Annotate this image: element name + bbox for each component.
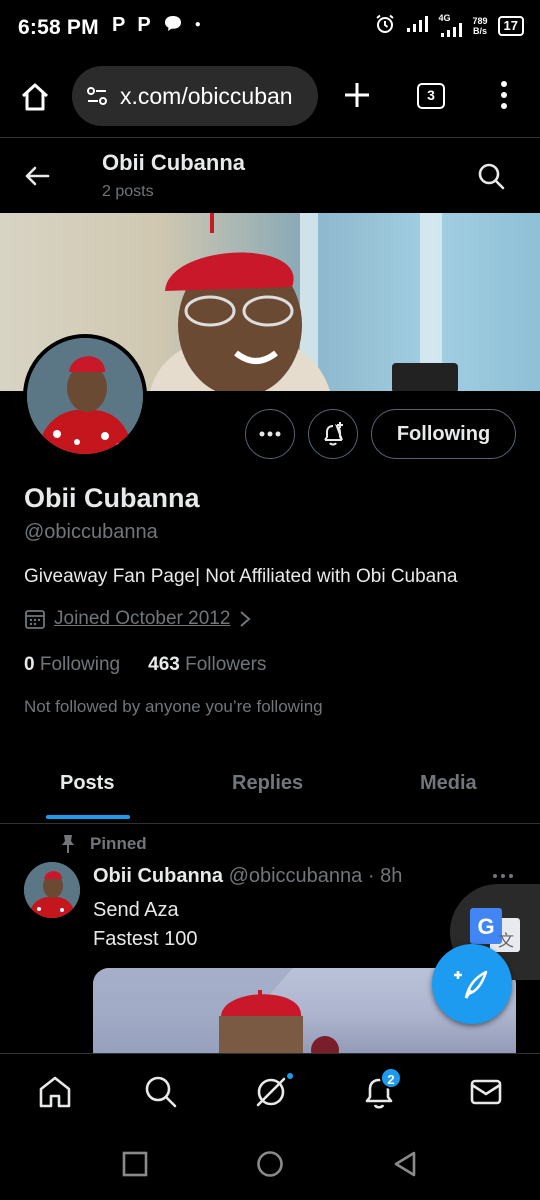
address-bar[interactable]: x.com/obiccuban [72,66,318,126]
profile-header-bar: Obii Cubanna 2 posts [0,139,540,213]
joined-text: Joined October 2012 [54,608,231,629]
more-options-button[interactable] [245,409,295,459]
tweet-text-line: Send Aza [93,899,179,921]
pinned-text: Pinned [90,834,147,853]
new-tab-icon[interactable] [340,78,374,112]
chat-bubble-icon [163,14,183,40]
header-name: Obii Cubanna [102,150,245,175]
profile-handle: @obiccubanna [24,521,158,543]
url-text: x.com/obiccuban [120,82,293,109]
tweet-avatar[interactable] [24,862,80,918]
messages-icon[interactable] [467,1073,505,1111]
system-home-icon[interactable] [255,1149,285,1179]
status-app-icons: P P ● [112,14,201,40]
pin-icon [62,835,74,853]
pinned-label: Pinned [60,834,147,854]
system-navigation [0,1129,540,1200]
system-back-icon[interactable] [390,1149,420,1179]
following-button[interactable]: Following [371,409,516,459]
calendar-icon [25,610,45,629]
tab-switcher-button[interactable]: 3 [417,83,445,109]
site-settings-icon[interactable] [84,83,110,109]
tweet-avatar-photo [24,862,80,918]
status-bar: 6:58 PM P P ● 4G 789 B/s 17 [0,0,540,56]
followers-label: Followers [185,654,267,675]
not-followed-note: Not followed by anyone you’re following [24,697,323,716]
tweet-time: 8h [380,865,403,887]
chevron-right-icon [240,611,251,627]
following-label: Following [39,654,121,675]
grok-new-dot [285,1071,295,1081]
net-speed-value: 789 [472,15,488,26]
battery-icon: 17 [497,15,524,36]
alarm-icon [375,14,395,37]
joined-date[interactable]: Joined October 2012 [24,608,252,630]
tweet-author-name[interactable]: Obii Cubanna [93,865,223,887]
explore-search-icon[interactable] [142,1073,180,1111]
followers-stat[interactable]: 463 Followers [148,654,266,676]
status-right: 4G 789 B/s 17 [375,14,524,37]
follow-stats: 0 Following 463 Followers [24,654,266,676]
profile-name: Obii Cubanna [24,483,200,513]
tab-active-indicator [46,815,130,819]
tweet-more-icon[interactable] [490,868,516,884]
compose-button[interactable] [432,944,512,1024]
signal-4g-icon: 4G [439,14,463,37]
grok-icon[interactable] [252,1073,290,1111]
profile-tabs: Posts Replies Media [0,752,540,824]
bottom-navigation: 2 [0,1053,540,1129]
tab-posts[interactable]: Posts [60,772,114,795]
home-icon[interactable] [36,1073,74,1111]
compose-icon [454,970,488,999]
following-stat[interactable]: 0 Following [24,654,120,676]
svg-text:G: G [477,914,494,939]
app-notification-icon: P [112,14,126,36]
browser-home-icon[interactable] [18,80,52,114]
notify-plus-icon [324,422,343,446]
network-type: 4G [438,13,451,23]
notifications-badge: 2 [380,1067,402,1089]
dot-icon: ● [194,19,201,30]
net-speed: 789 B/s [473,16,488,36]
browser-toolbar: x.com/obiccuban 3 [0,56,540,138]
tweet-header: Obii Cubanna @obiccubanna · 8h [93,865,402,888]
signal-icon [405,15,429,36]
following-count: 0 [24,654,35,675]
tweet-time-separator: · [367,865,375,887]
app-notification-icon: P [137,14,151,36]
back-arrow-icon[interactable] [22,161,52,191]
tab-media[interactable]: Media [420,772,477,795]
status-time: 6:58 PM [18,16,99,39]
recents-icon[interactable] [120,1149,150,1179]
tweet-author-handle: @obiccubanna [228,865,363,887]
header-post-count: 2 posts [102,183,154,200]
tweet-text-line: Fastest 100 [93,928,198,950]
svg-text:文: 文 [498,931,514,950]
followers-count: 463 [148,654,180,675]
profile-bio: Giveaway Fan Page| Not Affiliated with O… [24,566,458,587]
net-speed-unit: B/s [473,25,488,36]
more-icon [259,431,281,437]
search-icon[interactable] [476,161,506,191]
browser-menu-icon[interactable] [490,78,518,112]
notify-button[interactable] [308,409,358,459]
tab-replies[interactable]: Replies [232,772,303,795]
profile-actions: Following [0,409,540,461]
tweet-text: Send Aza Fastest 100 [93,896,198,954]
